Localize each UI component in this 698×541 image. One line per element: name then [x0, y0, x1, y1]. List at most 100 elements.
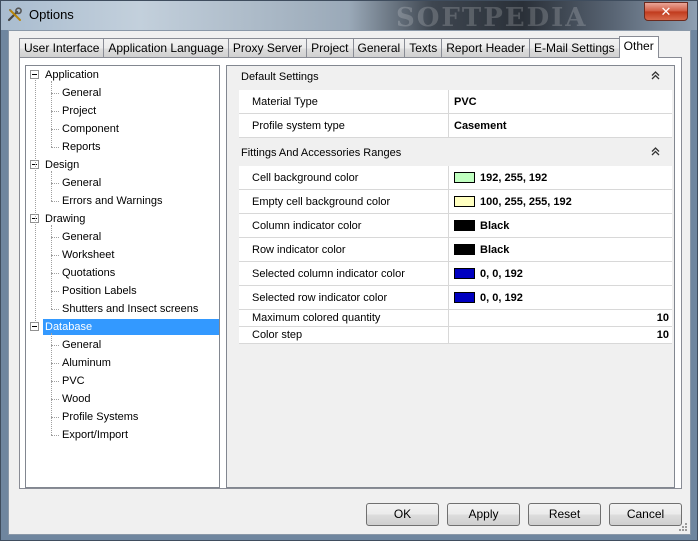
color-swatch [454, 268, 475, 279]
property-name: Selected column indicator color [239, 262, 449, 285]
tab-other[interactable]: Other [618, 36, 659, 58]
category-default-settings[interactable]: Default Settings [227, 66, 674, 88]
tree-item-label: Aluminum [62, 357, 111, 369]
property-name: Selected row indicator color [239, 286, 449, 309]
tree-item-drawing-worksheet[interactable]: Worksheet [60, 247, 116, 264]
watermark: SOFTPEDIA [396, 3, 588, 33]
ok-button[interactable]: OK [366, 503, 439, 526]
property-row-cell-background-color[interactable]: Cell background color 192, 255, 192 [239, 166, 672, 190]
tree-item-database-aluminum[interactable]: Aluminum [60, 355, 113, 372]
tree-item-design-general[interactable]: General [60, 175, 103, 192]
settings-tree[interactable]: Application General Project Component Report… [25, 65, 220, 488]
property-value-text: 0, 0, 192 [480, 291, 523, 304]
tree-connector [51, 147, 59, 148]
tree-item-database-wood[interactable]: Wood [60, 391, 93, 408]
tree-item-database-pvc[interactable]: PVC [60, 373, 87, 390]
tree-connector [35, 80, 36, 323]
property-value-text: Black [480, 219, 510, 232]
property-value[interactable]: 10 [450, 310, 672, 326]
color-swatch [454, 196, 475, 207]
tree-item-application-general[interactable]: General [60, 85, 103, 102]
reset-button[interactable]: Reset [528, 503, 601, 526]
property-row-maximum-colored-quantity[interactable]: Maximum colored quantity 10 [239, 310, 672, 327]
tree-connector [51, 363, 59, 364]
tab-project[interactable]: Project [306, 38, 354, 58]
double-chevron-up-icon[interactable] [651, 66, 660, 88]
tab-e-mail-settings[interactable]: E-Mail Settings [528, 38, 620, 58]
property-value-text: 100, 255, 255, 192 [480, 195, 572, 208]
tab-proxy-server[interactable]: Proxy Server [227, 38, 308, 58]
category-fittings-and-accessories-ranges[interactable]: Fittings And Accessories Ranges [227, 142, 674, 164]
property-value[interactable]: Black [450, 238, 672, 261]
tree-node-drawing[interactable]: Drawing [30, 211, 87, 228]
tree-item-database-general[interactable]: General [60, 337, 103, 354]
property-value[interactable]: 100, 255, 255, 192 [450, 190, 672, 213]
property-row-profile-system-type[interactable]: Profile system type Casement [239, 114, 672, 138]
tree-node-label: Database [43, 319, 219, 335]
tree-item-label: Worksheet [62, 249, 115, 261]
tree-item-database-profile-systems[interactable]: Profile Systems [60, 409, 140, 426]
color-swatch [454, 292, 475, 303]
tree-collapse-icon[interactable] [30, 69, 39, 79]
color-swatch [454, 220, 475, 231]
tree-item-application-project[interactable]: Project [60, 103, 98, 120]
category-label: Default Settings [241, 71, 319, 83]
tree-item-drawing-quotations[interactable]: Quotations [60, 265, 117, 282]
tab-application-language[interactable]: Application Language [103, 38, 229, 58]
close-icon: ✕ [660, 4, 672, 19]
tab-general[interactable]: General [352, 38, 406, 58]
tree-connector [51, 183, 59, 184]
tree-node-application[interactable]: Application [30, 67, 101, 84]
property-value[interactable]: 192, 255, 192 [450, 166, 672, 189]
property-row-row-indicator-color[interactable]: Row indicator color Black [239, 238, 672, 262]
tree-item-label: Quotations [62, 267, 116, 279]
tree-connector [51, 201, 59, 202]
property-row-selected-row-indicator-color[interactable]: Selected row indicator color 0, 0, 192 [239, 286, 672, 310]
tab-report-header[interactable]: Report Header [441, 38, 530, 58]
tree-item-application-reports[interactable]: Reports [60, 139, 103, 156]
property-value[interactable]: Casement [450, 114, 672, 137]
property-row-empty-cell-background-color[interactable]: Empty cell background color 100, 255, 255… [239, 190, 672, 214]
apply-button[interactable]: Apply [447, 503, 520, 526]
tree-item-database-export-import[interactable]: Export/Import [60, 427, 130, 444]
tree-connector [51, 345, 59, 346]
property-row-selected-column-indicator-color[interactable]: Selected column indicator color 0, 0, 192 [239, 262, 672, 286]
property-value[interactable]: 0, 0, 192 [450, 262, 672, 285]
property-name: Empty cell background color [239, 190, 449, 213]
property-value[interactable]: PVC [450, 90, 672, 113]
property-row-column-indicator-color[interactable]: Column indicator color Black [239, 214, 672, 238]
resize-grip-icon[interactable] [677, 521, 688, 532]
double-chevron-up-icon[interactable] [651, 142, 660, 164]
window-title: Options [29, 7, 74, 22]
tree-item-drawing-general[interactable]: General [60, 229, 103, 246]
property-name: Profile system type [239, 114, 449, 137]
property-row-material-type[interactable]: Material Type PVC [239, 90, 672, 114]
property-name: Column indicator color [239, 214, 449, 237]
tree-item-drawing-position-labels[interactable]: Position Labels [60, 283, 139, 300]
tree-item-drawing-shutters-and-insect-screens[interactable]: Shutters and Insect screens [60, 301, 200, 318]
property-value-text: PVC [454, 95, 477, 108]
tree-connector [51, 225, 52, 309]
tree-connector [51, 81, 52, 147]
property-value-text: 10 [656, 329, 669, 341]
close-button[interactable]: ✕ [644, 2, 688, 21]
property-value[interactable]: 10 [450, 327, 672, 343]
tree-node-design[interactable]: Design [30, 157, 81, 174]
tree-connector [51, 129, 59, 130]
tree-connector [51, 309, 59, 310]
tree-item-application-component[interactable]: Component [60, 121, 121, 138]
cancel-button[interactable]: Cancel [609, 503, 682, 526]
tab-user-interface[interactable]: User Interface [19, 38, 105, 58]
tree-item-label: Component [62, 123, 119, 135]
property-row-color-step[interactable]: Color step 10 [239, 327, 672, 344]
tree-item-design-errors-and-warnings[interactable]: Errors and Warnings [60, 193, 164, 210]
title-bar[interactable]: Options SOFTPEDIA ✕ [1, 1, 697, 33]
property-grid: Default Settings Material Type PVC Profile … [226, 65, 675, 488]
tab-texts[interactable]: Texts [404, 38, 443, 58]
tree-connector [51, 171, 52, 201]
property-value[interactable]: Black [450, 214, 672, 237]
tree-item-label: Errors and Warnings [62, 195, 163, 207]
tree-node-database[interactable]: Database [30, 319, 219, 336]
tree-node-label: Design [45, 159, 80, 171]
property-value[interactable]: 0, 0, 192 [450, 286, 672, 309]
